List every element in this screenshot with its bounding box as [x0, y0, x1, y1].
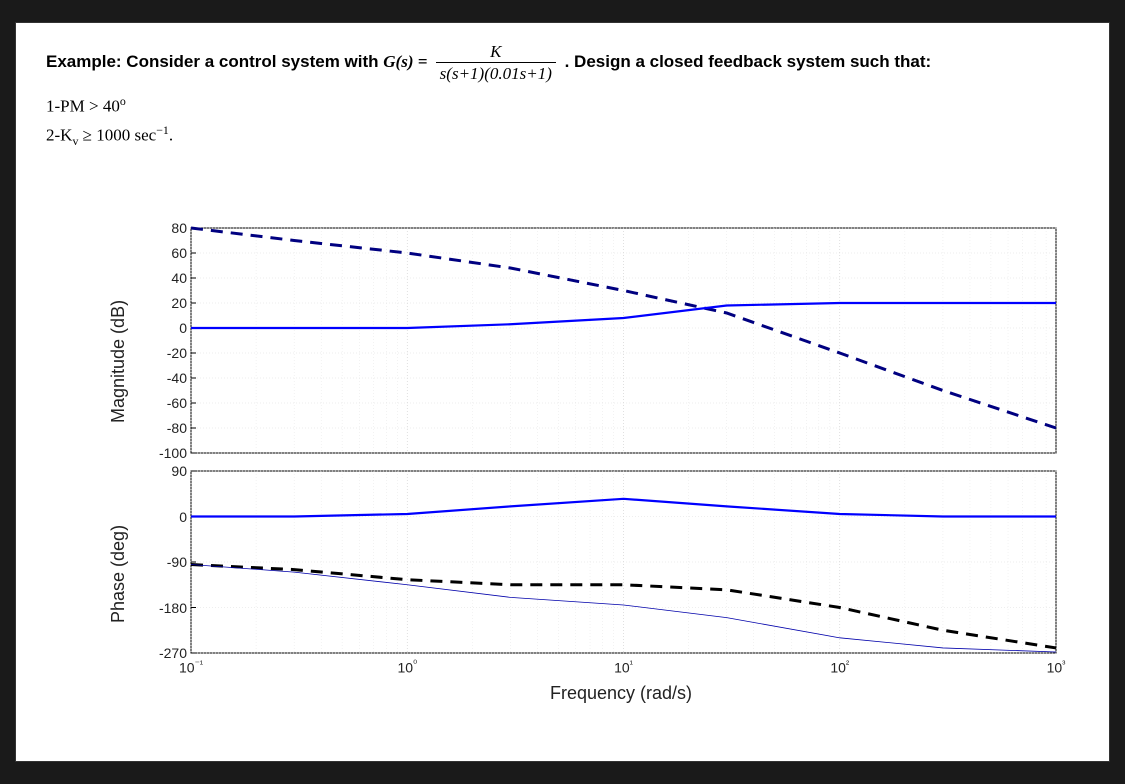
tick-label: 20 [147, 295, 187, 311]
tick-label: -90 [147, 554, 187, 570]
tick-label: -180 [147, 600, 187, 616]
requirements-list: 1-PM > 40o 2-Kv ≥ 1000 sec−1. [46, 94, 1079, 149]
magnitude-axis-label: Magnitude (dB) [108, 300, 129, 423]
tick-label: -40 [147, 370, 187, 386]
frequency-axis-label: Frequency (rad/s) [186, 683, 1056, 704]
document-page: Example: Consider a control system with … [15, 22, 1110, 762]
bode-plot-container: Magnitude (dB) Phase (deg) Frequency (ra… [116, 223, 1076, 703]
requirement-1: 1-PM > 40o [46, 94, 1079, 117]
requirement-2: 2-Kv ≥ 1000 sec−1. [46, 123, 1079, 149]
tick-label: -80 [147, 420, 187, 436]
fraction-denominator: s(s+1)(0.01s+1) [436, 63, 556, 82]
tick-label: -20 [147, 345, 187, 361]
bode-svg [116, 223, 1076, 703]
tick-label: -60 [147, 395, 187, 411]
tick-label: 10³ [1031, 659, 1081, 676]
tick-label: 90 [147, 463, 187, 479]
fraction-numerator: K [436, 43, 556, 63]
tick-label: 0 [147, 509, 187, 525]
tick-label: 80 [147, 220, 187, 236]
tick-label: -100 [147, 445, 187, 461]
tick-label: 60 [147, 245, 187, 261]
phase-axis-label: Phase (deg) [108, 525, 129, 623]
example-label: Example: Consider a control system with [46, 52, 383, 71]
tick-label: 10⁻¹ [166, 659, 216, 676]
tick-label: 0 [147, 320, 187, 336]
transfer-fn-fraction: K s(s+1)(0.01s+1) [436, 43, 556, 82]
tick-label: 40 [147, 270, 187, 286]
problem-statement: Example: Consider a control system with … [46, 43, 1079, 82]
design-instruction: . Design a closed feedback system such t… [565, 52, 932, 71]
tick-label: 10¹ [599, 659, 649, 676]
tick-label: 10² [815, 659, 865, 676]
tick-label: 10⁰ [382, 659, 432, 676]
transfer-fn-lhs: G(s) = [383, 52, 431, 71]
